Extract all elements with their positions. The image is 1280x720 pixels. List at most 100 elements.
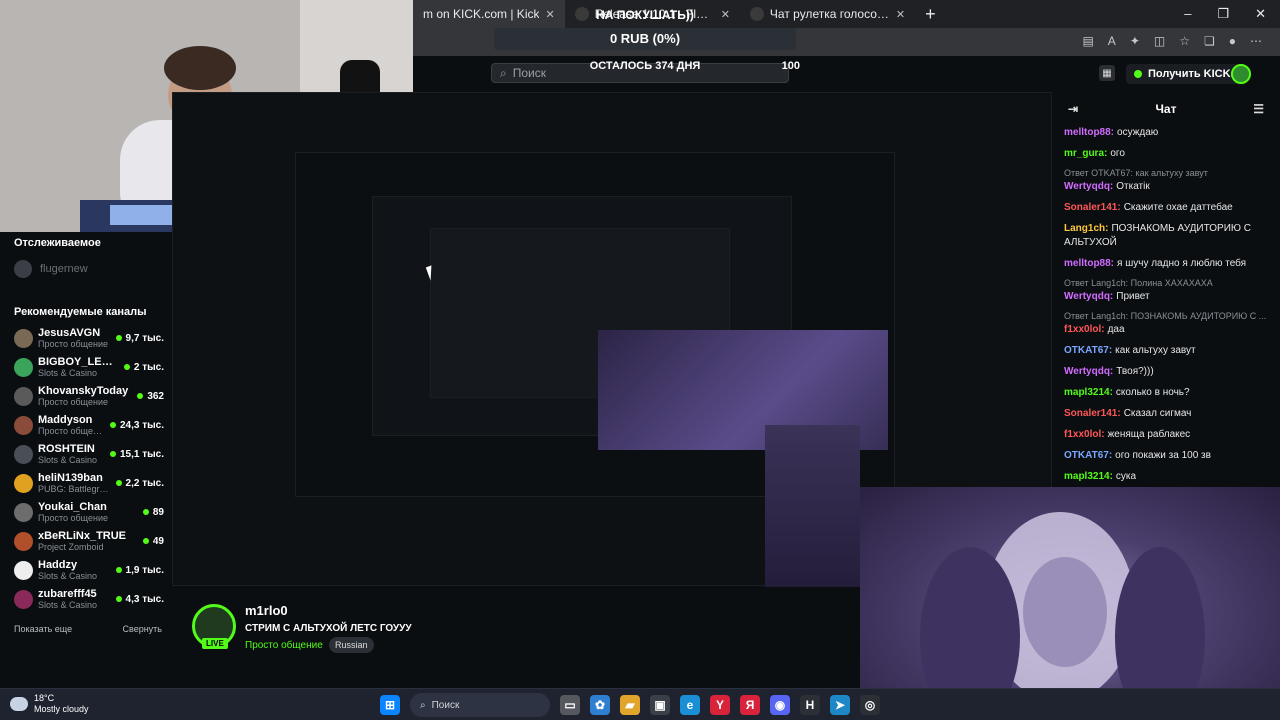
chat-message-text: осуждаю (1117, 127, 1159, 138)
close-window-button[interactable]: ✕ (1255, 6, 1266, 22)
edge-icon[interactable]: e (680, 695, 700, 715)
split-screen-icon[interactable]: ◫ (1154, 34, 1165, 48)
collapse-button[interactable]: Свернуть (123, 624, 162, 634)
sidebar-channel[interactable]: xBeRLiNx_TRUE Project Zomboid 49 (14, 527, 164, 555)
chat-message[interactable]: Sonaler141: Скажите охае даттебае (1064, 201, 1268, 215)
yandex-icon[interactable]: Я (740, 695, 760, 715)
language-tag[interactable]: Russian (329, 637, 374, 653)
extensions-icon[interactable]: ✦ (1130, 34, 1140, 48)
chat-message[interactable]: melltop88: осуждаю (1064, 126, 1268, 140)
get-kicks-button[interactable]: Получить KICKs (1126, 64, 1245, 84)
store-icon[interactable]: ▣ (650, 695, 670, 715)
windows-start-icon[interactable]: ⊞ (380, 695, 400, 715)
chat-username[interactable]: melltop88: (1064, 258, 1114, 269)
collections-icon[interactable]: ❏ (1204, 34, 1215, 48)
chat-header: ⇥ Чат ☰ (1052, 92, 1280, 126)
task-view-icon[interactable]: ▭ (560, 695, 580, 715)
sidebar-channel[interactable]: Maddyson Просто общение 24,3 тыс. (14, 411, 164, 439)
chat-message[interactable]: mapl3214: сука (1064, 470, 1268, 484)
file-explorer-icon[interactable]: ▰ (620, 695, 640, 715)
sidebar-channel[interactable]: JesusAVGN Просто общение 9,7 тыс. (14, 324, 164, 352)
sidebar-footer: Показать еще Свернуть (14, 624, 162, 634)
chat-username[interactable]: melltop88: (1064, 127, 1114, 138)
minimize-button[interactable]: – (1184, 6, 1191, 22)
streamer-name[interactable]: m1rlo0 (245, 603, 288, 618)
chat-username[interactable]: Wertyqdq: (1064, 181, 1113, 192)
live-badge: LIVE (202, 638, 228, 649)
chat-username[interactable]: f1xx0lol: (1064, 324, 1105, 335)
channel-category: Slots & Casino (38, 571, 98, 581)
maximize-button[interactable]: ❐ (1217, 6, 1229, 22)
chat-username[interactable]: mapl3214: (1064, 387, 1113, 398)
taskbar-search[interactable]: ⌕ Поиск (410, 693, 550, 717)
chat-message[interactable]: Lang1ch: ПОЗНАКОМЬ АУДИТОРИЮ С АЛЬТУХОЙ (1064, 222, 1268, 250)
chat-panel: ⇥ Чат ☰ melltop88: осуждаю mr_gura: ого Отве… (1052, 92, 1280, 484)
chat-username[interactable]: OTKAT67: (1064, 345, 1112, 356)
yandex-browser-icon[interactable]: Y (710, 695, 730, 715)
chat-message[interactable]: mr_gura: ого (1064, 147, 1268, 161)
chat-message-text: сколько в ночь? (1115, 387, 1190, 398)
stream-category[interactable]: Просто общение (245, 640, 323, 651)
close-icon[interactable]: ✕ (896, 8, 905, 21)
channel-category: Просто общение (38, 513, 108, 523)
collapse-chat-icon[interactable]: ⇥ (1068, 102, 1078, 116)
chat-message[interactable]: f1xx0lol: женяща раблакес (1064, 428, 1268, 442)
chat-username[interactable]: Sonaler141: (1064, 202, 1121, 213)
profile-icon[interactable]: ● (1229, 34, 1236, 48)
avatar (14, 328, 33, 348)
chat-username[interactable]: Wertyqdq: (1064, 291, 1113, 302)
menu-icon[interactable]: ⋯ (1250, 34, 1262, 48)
chat-users-icon[interactable]: ☰ (1253, 102, 1264, 116)
user-avatar[interactable] (1231, 64, 1251, 84)
sidebar-channel[interactable]: heliN139ban PUBG: Battlegro... 2,2 тыс. (14, 469, 164, 497)
read-aloud-icon[interactable]: A (1108, 34, 1116, 48)
sidebar-channel[interactable]: Youkai_Chan Просто общение 89 (14, 498, 164, 526)
chat-message[interactable]: f1xx0lol: даа (1064, 323, 1268, 337)
followed-channel[interactable]: flugernew (14, 260, 88, 278)
chat-message[interactable]: Wertyqdq: Привет (1064, 290, 1268, 304)
recommended-heading: Рекомендуемые каналы (14, 306, 147, 318)
reader-icon[interactable]: ▤ (1082, 34, 1093, 48)
chat-message[interactable]: OTKAT67: ого покажи за 100 зв (1064, 449, 1268, 463)
chat-message[interactable]: Wertyqdq: Откатік (1064, 180, 1268, 194)
kicks-icon (1134, 70, 1142, 78)
show-more-button[interactable]: Показать еще (14, 624, 72, 634)
chat-username[interactable]: Lang1ch: (1064, 223, 1108, 234)
chat-username[interactable]: OTKAT67: (1064, 450, 1112, 461)
app-h-icon[interactable]: H (800, 695, 820, 715)
viewer-count: 9,7 тыс. (116, 333, 164, 344)
telegram-icon[interactable]: ➤ (830, 695, 850, 715)
chat-message[interactable]: mapl3214: сколько в ночь? (1064, 386, 1268, 400)
chat-message[interactable]: Wertyqdq: Твоя?))) (1064, 365, 1268, 379)
chat-message-text: женяща раблакес (1107, 429, 1191, 440)
sidebar-channel[interactable]: ROSHTEIN Slots & Casino 15,1 тыс. (14, 440, 164, 468)
taskbar-apps: ⊞ ⌕ Поиск ▭ ✿ ▰ ▣ e Y Я ◉ H ➤ ◎ (380, 693, 880, 717)
chat-username[interactable]: f1xx0lol: (1064, 429, 1105, 440)
chat-message[interactable]: OTKAT67: как альтуху завут (1064, 344, 1268, 358)
new-tab-button[interactable]: + (915, 4, 946, 25)
sidebar-channel[interactable]: zubarefff45 Slots & Casino 4,3 тыс. (14, 585, 164, 613)
chat-username[interactable]: Wertyqdq: (1064, 366, 1113, 377)
weather-widget[interactable]: 18°C Mostly cloudy (10, 693, 89, 715)
cloud-icon (10, 697, 28, 711)
viewer-count: 4,3 тыс. (116, 594, 164, 605)
channel-name: Youkai_Chan (38, 501, 107, 513)
chat-username[interactable]: mr_gura: (1064, 148, 1107, 159)
steam-icon[interactable]: ◎ (860, 695, 880, 715)
sidebar-channel[interactable]: BIGBOY_LEGEN...Slots & Casino 2 тыс. (14, 353, 164, 381)
channel-name: ROSHTEIN (38, 443, 95, 455)
sidebar-channel[interactable]: KhovanskyToday Просто общение 362 (14, 382, 164, 410)
chat-message[interactable]: melltop88: я шучу ладно я люблю тебя (1064, 257, 1268, 271)
favorites-icon[interactable]: ☆ (1179, 34, 1190, 48)
sidebar-channel[interactable]: Haddzy Slots & Casino 1,9 тыс. (14, 556, 164, 584)
stream-title: СТРИМ С АЛЬТУХОЙ ЛЕТС ГОУУУ (245, 623, 412, 634)
followed-heading: Отслеживаемое (14, 237, 101, 249)
discord-icon[interactable]: ◉ (770, 695, 790, 715)
chat-message[interactable]: Sonaler141: Сказал сигмач (1064, 407, 1268, 421)
chat-username[interactable]: Sonaler141: (1064, 408, 1121, 419)
channel-category: PUBG: Battlegro... (38, 484, 111, 494)
library-icon[interactable]: ▦ (1099, 65, 1115, 81)
chat-message-text: я шучу ладно я люблю тебя (1117, 258, 1247, 269)
widgets-icon[interactable]: ✿ (590, 695, 610, 715)
chat-username[interactable]: mapl3214: (1064, 471, 1113, 482)
